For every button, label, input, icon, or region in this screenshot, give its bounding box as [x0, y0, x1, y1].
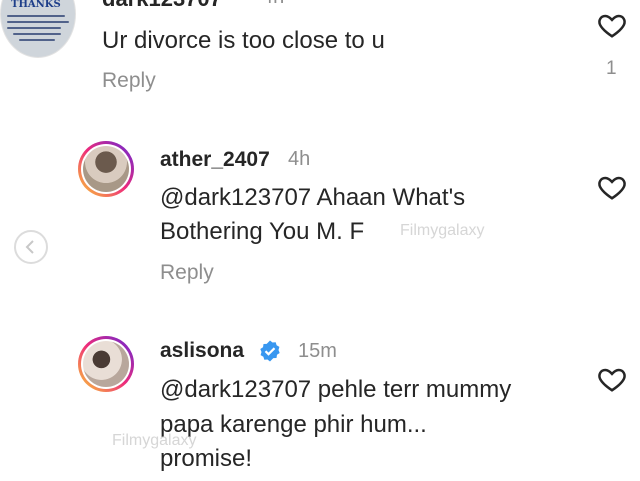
comment-text-line: papa karenge phir hum...: [160, 411, 427, 438]
watermark: Filmygalaxy: [400, 222, 485, 239]
comment-text-line: Bothering You M. F: [160, 218, 365, 245]
comment-text-line: @dark123707 pehle terr mummy: [160, 376, 512, 403]
heart-outline-icon[interactable]: [597, 364, 627, 394]
avatar[interactable]: THANKS: [0, 0, 76, 58]
comment-username[interactable]: ather_2407: [160, 148, 270, 172]
comment-text-line: @dark123707 Ahaan What's: [160, 184, 466, 211]
comment-time: 15m: [298, 340, 337, 362]
comment-time: 4h: [288, 148, 311, 170]
reply-button[interactable]: Reply: [160, 261, 214, 285]
reply-button[interactable]: Reply: [102, 69, 156, 93]
heart-outline-icon[interactable]: [597, 10, 627, 40]
avatar-caption: THANKS: [11, 0, 61, 10]
avatar[interactable]: [78, 336, 134, 392]
chevron-left-icon: [25, 240, 34, 254]
like-count: 1: [606, 58, 617, 79]
comment-text: Ur divorce is too close to u: [102, 27, 385, 54]
comment-username[interactable]: aslisona: [160, 339, 244, 363]
back-button[interactable]: [14, 230, 48, 264]
heart-outline-icon[interactable]: [597, 172, 627, 202]
watermark: Filmygalaxy: [112, 432, 197, 449]
verified-badge-icon: [260, 340, 280, 362]
avatar[interactable]: [78, 141, 134, 197]
comment-time: 4h: [262, 0, 284, 9]
comment-username[interactable]: dark123707: [102, 0, 222, 12]
